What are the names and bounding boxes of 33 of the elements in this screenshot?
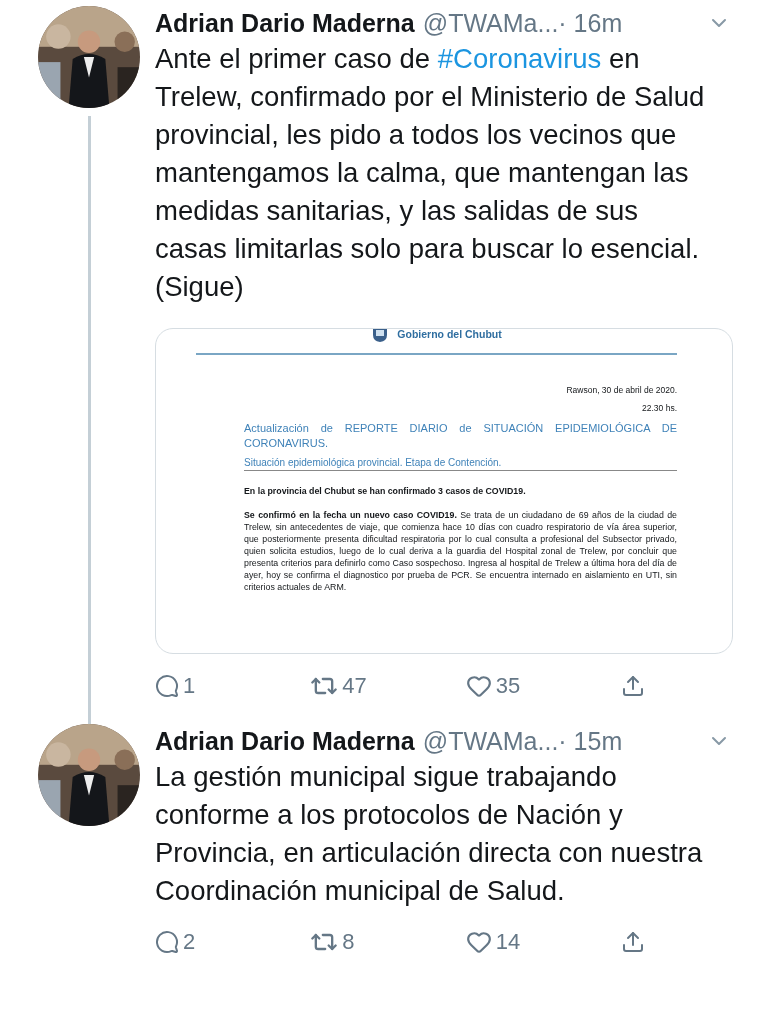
tweet-text: La gestión municipal sigue trabajando conforme a los protocolos de Nación y Provincia, en articulación directa con nuestra Coordinación municipal de Salud. bbox=[155, 760, 704, 908]
document-time: 22.30 hs. bbox=[641, 403, 677, 413]
reply-icon bbox=[155, 930, 179, 954]
document-paragraph: Se confirmó en la fecha un nuevo caso COVID19. Se trata de un ciudadano de 69 años de la ciudad de Trelew, sin antecedentes de viaje, que comienza hace 10 días con cuadro respiratorio de vía área superior, que posteriormente presenta dificultad respiratoria por lo cual consulta a profesional del Subsector privado, quien solicita estudios, luego de lo cual deriva a la guardia del Hospital zonal de Trelew, por concluir que presenta criterios para definirlo como Caso sospechoso. Ingresa al hospital de Trelew a última hora del día de ayer, hoy se confirma el diagnostico por prueba de PCR. Se encuentra internado en aislamiento en UTI, sin criterios actuales de ARM. bbox=[244, 509, 677, 593]
tweet-time: · 16m bbox=[558, 8, 623, 38]
author-handle: @TWAMa... bbox=[422, 8, 559, 38]
like-button[interactable]: 14 bbox=[465, 929, 526, 955]
share-icon bbox=[621, 930, 645, 954]
reply-button[interactable]: 1 bbox=[155, 673, 215, 699]
tweet-text: Ante el primer caso de #Coronavirus en Trelew, confirmado por el Ministerio de Salud provincial, les pido a todos los vecinos que mantengamos la calma, que mantengan las medidas sanitarias, y las salidas de sus casas limitarlas solo para buscar lo esencial. bbox=[155, 42, 706, 266]
heart-icon bbox=[465, 929, 492, 955]
document-image[interactable] bbox=[155, 328, 733, 654]
like-button[interactable]: 35 bbox=[465, 673, 526, 699]
tweet-time: · 15m bbox=[558, 726, 623, 756]
reply-button[interactable]: 2 bbox=[155, 929, 215, 955]
share-icon bbox=[621, 674, 645, 698]
share-button[interactable] bbox=[621, 674, 645, 698]
document-title: Actualización de REPORTE DIARIO de SITUACIÓN EPIDEMIOLÓGICA DE CORONAVIRUS. bbox=[244, 421, 677, 451]
hashtag-link[interactable]: #Coronavirus bbox=[437, 43, 602, 74]
share-button[interactable] bbox=[621, 930, 645, 954]
author-handle: @TWAMa... bbox=[422, 726, 559, 756]
author-name[interactable]: Adrian Dario Maderna bbox=[155, 8, 415, 38]
author-name[interactable]: Adrian Dario Maderna bbox=[155, 726, 415, 756]
tweet-text: (Sigue) bbox=[155, 270, 245, 304]
retweet-button[interactable]: 8 bbox=[310, 928, 371, 956]
retweet-button[interactable]: 47 bbox=[310, 672, 371, 700]
document-org: Gobierno del Chubut bbox=[397, 329, 502, 340]
heart-icon bbox=[465, 673, 492, 699]
document-subtitle: Situación epidemiológica provincial. Etapa de Contención. bbox=[244, 457, 677, 471]
document-date: Rawson, 30 de abril de 2020. bbox=[565, 385, 677, 395]
document-paragraph: En la provincia del Chubut se han confirmado 3 casos de COVID19. bbox=[244, 485, 527, 497]
reply-icon bbox=[155, 674, 179, 698]
emblem-icon bbox=[371, 329, 390, 343]
